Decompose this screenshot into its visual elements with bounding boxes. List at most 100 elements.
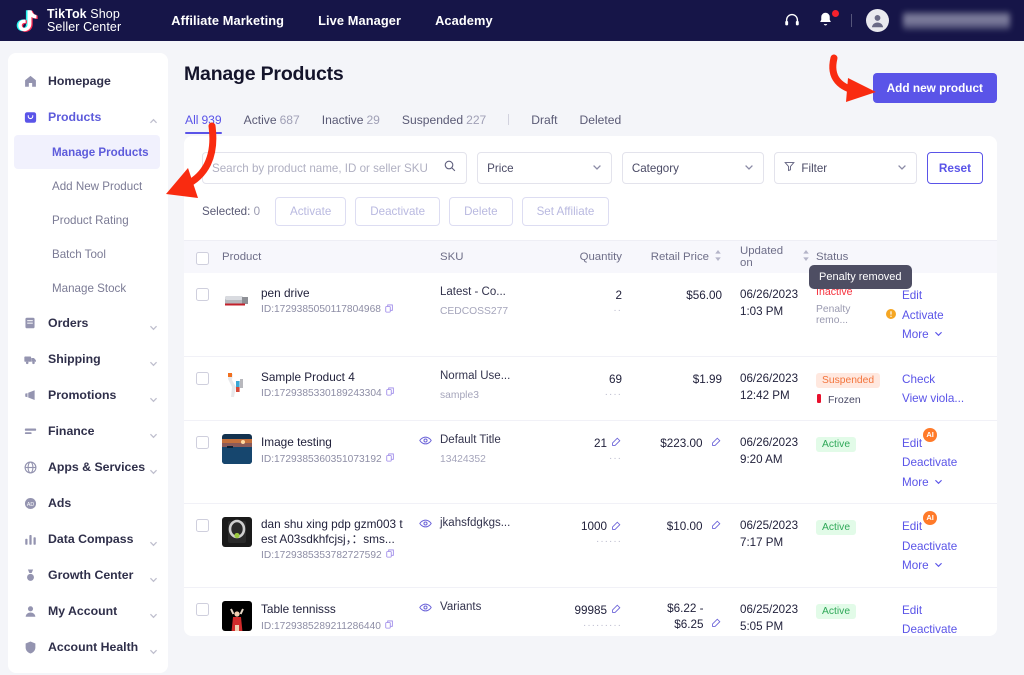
sidebar-card: Homepage Products Manage Products Add Ne…	[8, 53, 168, 673]
preview-eye-icon[interactable]	[419, 434, 432, 451]
row-checkbox[interactable]	[196, 288, 209, 301]
row-checkbox[interactable]	[196, 372, 209, 385]
chevron-down-icon	[744, 162, 754, 175]
preview-eye-icon[interactable]	[419, 517, 432, 534]
bulk-delete-button[interactable]: Delete	[449, 197, 513, 226]
product-cell: Table tennisss ID:1729385289211286440	[222, 601, 440, 637]
copy-icon[interactable]	[385, 304, 394, 316]
product-name[interactable]: pen drive	[261, 286, 394, 301]
sidebar-item-product-rating[interactable]: Product Rating	[8, 203, 168, 237]
tab-all-count: 939	[201, 113, 221, 127]
chevron-down-icon	[149, 463, 158, 472]
sidebar-item-manage-products[interactable]: Manage Products	[14, 135, 160, 169]
table-row[interactable]: Sample Product 4 ID:1729385330189243304 …	[184, 357, 997, 421]
sidebar-label-ads: Ads	[48, 496, 158, 510]
reset-button[interactable]: Reset	[927, 152, 983, 184]
sidebar-item-account-health[interactable]: Account Health	[8, 629, 168, 665]
preview-eye-icon[interactable]	[419, 601, 432, 618]
action-edit[interactable]: Edit	[902, 601, 922, 621]
search-icon[interactable]	[443, 159, 457, 178]
action-more[interactable]: More	[902, 325, 943, 345]
sidebar-item-batch-tool[interactable]: Batch Tool	[8, 237, 168, 271]
sidebar-item-promotions[interactable]: Promotions	[8, 377, 168, 413]
tab-deleted[interactable]: Deleted	[580, 113, 622, 134]
row-checkbox[interactable]	[196, 603, 209, 616]
more-filter-select[interactable]: Filter	[774, 152, 917, 184]
sidebar-item-add-new-product[interactable]: Add New Product	[8, 169, 168, 203]
table-row[interactable]: Table tennisss ID:1729385289211286440	[184, 588, 997, 637]
column-retail-price[interactable]: Retail Price	[636, 250, 722, 264]
tab-inactive[interactable]: Inactive29	[322, 113, 380, 134]
action-edit[interactable]: Edit AI	[902, 517, 922, 537]
updated-date: 06/26/2023	[740, 370, 810, 387]
nav-live-manager[interactable]: Live Manager	[318, 13, 401, 28]
nav-affiliate-marketing[interactable]: Affiliate Marketing	[171, 13, 284, 28]
table-row[interactable]: Image testing ID:1729385360351073192	[184, 421, 997, 505]
copy-icon[interactable]	[385, 620, 394, 632]
copy-icon[interactable]	[386, 453, 395, 465]
tab-suspended[interactable]: Suspended227	[402, 113, 486, 134]
sidebar-item-products[interactable]: Products	[8, 99, 168, 135]
quantity-value: 1000	[581, 520, 607, 533]
action-more[interactable]: More	[902, 556, 943, 576]
headset-icon[interactable]	[783, 11, 803, 31]
tab-active[interactable]: Active687	[244, 113, 300, 134]
action-more[interactable]: More	[902, 473, 943, 493]
add-new-product-button[interactable]: Add new product	[873, 73, 997, 103]
edit-pencil-icon[interactable]	[611, 436, 622, 450]
action-check[interactable]: Check	[902, 370, 935, 390]
select-all-checkbox[interactable]	[196, 252, 209, 265]
action-activate[interactable]: Activate	[902, 306, 944, 326]
updated-time: 12:42 PM	[740, 387, 810, 404]
sort-icon[interactable]	[802, 250, 810, 264]
edit-pencil-icon[interactable]	[711, 517, 722, 534]
action-edit[interactable]: Edit AI	[902, 434, 922, 454]
price-filter-select[interactable]: Price	[477, 152, 612, 184]
sidebar-item-ads[interactable]: AD Ads	[8, 485, 168, 521]
row-checkbox[interactable]	[196, 519, 209, 532]
nav-academy[interactable]: Academy	[435, 13, 493, 28]
sidebar-item-orders[interactable]: Orders	[8, 305, 168, 341]
sidebar-item-manage-stock[interactable]: Manage Stock	[8, 271, 168, 305]
bulk-set-affiliate-button[interactable]: Set Affiliate	[522, 197, 610, 226]
brand-logo[interactable]: TikTok Shop Seller Center	[14, 7, 121, 35]
bulk-deactivate-button[interactable]: Deactivate	[355, 197, 440, 226]
product-name[interactable]: Sample Product 4	[261, 370, 395, 385]
account-name-blurred[interactable]	[903, 12, 1010, 30]
action-view-violation[interactable]: View viola...	[902, 389, 964, 409]
bulk-activate-button[interactable]: Activate	[275, 197, 346, 226]
category-filter-select[interactable]: Category	[622, 152, 765, 184]
action-deactivate[interactable]: Deactivate	[902, 537, 957, 557]
sidebar-item-shipping[interactable]: Shipping	[8, 341, 168, 377]
action-deactivate[interactable]: Deactivate	[902, 453, 957, 473]
table-row[interactable]: pen drive ID:1729385050117804968 Latest …	[184, 273, 997, 357]
column-updated-on[interactable]: Updated on	[722, 245, 810, 269]
sidebar-item-apps-services[interactable]: Apps & Services	[8, 449, 168, 485]
filter-bar: Price Category Filte	[184, 136, 997, 184]
product-name[interactable]: dan shu xing pdp gzm003 t est A03sdkhfcj…	[261, 517, 419, 546]
action-deactivate[interactable]: Deactivate	[902, 620, 957, 636]
search-box[interactable]	[202, 152, 467, 184]
edit-pencil-icon[interactable]	[611, 603, 622, 617]
sidebar-item-growth-center[interactable]: Growth Center	[8, 557, 168, 593]
sidebar-item-my-account[interactable]: My Account	[8, 593, 168, 629]
sidebar-item-homepage[interactable]: Homepage	[8, 63, 168, 99]
copy-icon[interactable]	[386, 549, 395, 561]
edit-pencil-icon[interactable]	[611, 520, 622, 534]
sku-main: Default Title	[440, 434, 532, 446]
avatar[interactable]	[866, 9, 889, 32]
sort-icon[interactable]	[714, 250, 722, 264]
row-checkbox[interactable]	[196, 436, 209, 449]
tab-all[interactable]: All939	[185, 113, 222, 134]
bell-icon[interactable]	[817, 11, 837, 31]
edit-pencil-icon[interactable]	[711, 434, 722, 451]
search-input[interactable]	[212, 162, 443, 175]
table-row[interactable]: dan shu xing pdp gzm003 t est A03sdkhfcj…	[184, 504, 997, 588]
sidebar-item-finance[interactable]: Finance	[8, 413, 168, 449]
product-name[interactable]: Image testing	[261, 435, 332, 450]
sidebar-item-data-compass[interactable]: Data Compass	[8, 521, 168, 557]
edit-pencil-icon[interactable]	[711, 615, 722, 632]
tab-draft[interactable]: Draft	[531, 113, 557, 134]
product-name[interactable]: Table tennisss	[261, 602, 336, 617]
copy-icon[interactable]	[386, 387, 395, 399]
